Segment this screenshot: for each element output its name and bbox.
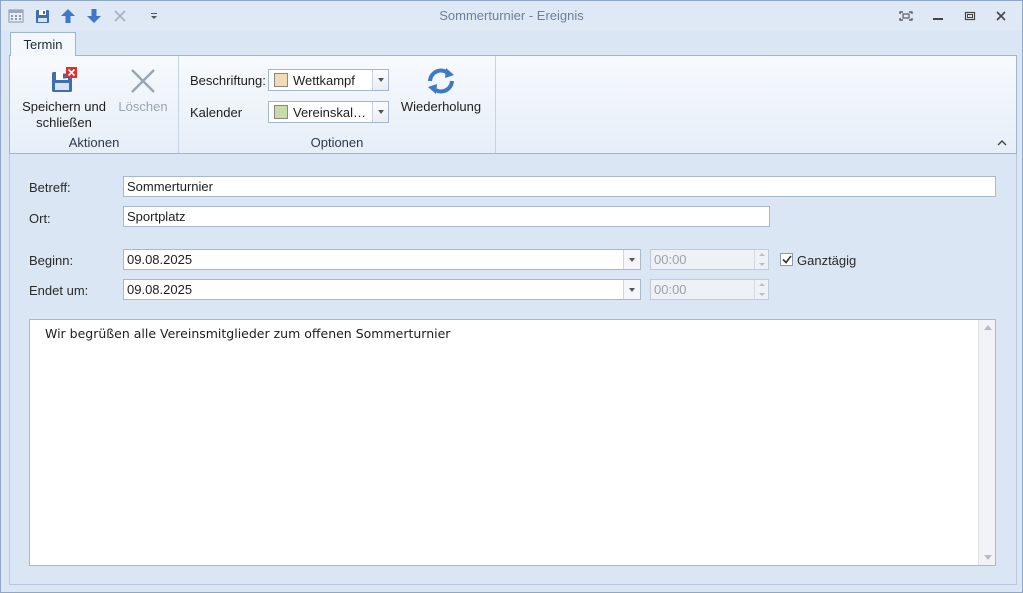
delete-button[interactable]: Löschen (114, 63, 172, 115)
all-day-label[interactable]: Ganztägig (797, 253, 856, 268)
chevron-down-icon[interactable] (372, 102, 388, 122)
calendar-select[interactable]: Vereinskal… (268, 101, 389, 123)
delete-label: Löschen (118, 99, 168, 114)
minimize-icon[interactable] (928, 7, 948, 25)
ribbon: Speichern und schließen Löschen Aktionen… (9, 55, 1017, 154)
start-label: Beginn: (29, 253, 74, 268)
save-close-icon (16, 63, 112, 99)
chevron-down-icon[interactable] (372, 70, 388, 90)
start-date-picker[interactable]: 09.08.2025 (123, 249, 641, 270)
notes-textarea[interactable]: Wir begrüßen alle Vereinsmitglieder zum … (29, 319, 996, 566)
location-label: Ort: (29, 211, 51, 226)
notes-scrollbar[interactable] (978, 320, 995, 565)
start-time-spinner[interactable] (754, 250, 768, 269)
save-and-close-label-1: Speichern und (22, 99, 106, 114)
start-time-value: 00:00 (654, 252, 687, 267)
recurrence-icon (395, 63, 487, 99)
start-date-value: 09.08.2025 (127, 252, 193, 267)
label-caption: Beschriftung: (190, 73, 266, 88)
location-input[interactable]: Sportplatz (123, 206, 770, 227)
end-time-value: 00:00 (654, 282, 687, 297)
start-time-input[interactable]: 00:00 (650, 249, 769, 270)
group-actions: Speichern und schließen Löschen Aktionen (10, 56, 179, 153)
notes-text: Wir begrüßen alle Vereinsmitglieder zum … (45, 326, 451, 341)
calendar-caption: Kalender (190, 105, 243, 120)
chevron-down-icon[interactable] (623, 280, 640, 299)
save-and-close-label-2: schließen (36, 115, 92, 130)
event-window: Sommerturnier - Ereignis Termin Speicher… (0, 0, 1023, 593)
group-options: Beschriftung: Wettkampf Kalender Vereins… (179, 56, 496, 153)
scroll-down-icon[interactable] (984, 555, 992, 560)
window-close-icon[interactable] (991, 7, 1011, 25)
save-and-close-button[interactable]: Speichern und schließen (16, 63, 112, 131)
subject-input[interactable]: Sommerturnier (123, 176, 996, 197)
end-time-spinner[interactable] (754, 280, 768, 299)
tab-termin[interactable]: Termin (10, 32, 76, 56)
recurrence-button[interactable]: Wiederholung (395, 63, 487, 115)
calendar-color-swatch (274, 105, 288, 119)
all-day-checkbox[interactable] (780, 253, 793, 266)
label-select-value: Wettkampf (293, 72, 355, 88)
delete-icon (114, 63, 172, 99)
window-title: Sommerturnier - Ereignis (439, 8, 584, 23)
label-select[interactable]: Wettkampf (268, 69, 389, 91)
checkmark-icon (781, 255, 792, 264)
recurrence-label: Wiederholung (400, 99, 482, 114)
end-date-picker[interactable]: 09.08.2025 (123, 279, 641, 300)
title-bar: Sommerturnier - Ereignis (1, 1, 1022, 31)
subject-label: Betreff: (29, 180, 71, 195)
chevron-down-icon[interactable] (623, 250, 640, 269)
group-label-actions: Aktionen (68, 135, 120, 150)
calendar-select-value: Vereinskal… (293, 104, 366, 120)
end-label: Endet um: (29, 283, 89, 298)
collapse-ribbon-icon[interactable] (996, 137, 1008, 147)
end-time-input[interactable]: 00:00 (650, 279, 769, 300)
maximize-icon[interactable] (960, 7, 980, 25)
label-color-swatch (274, 73, 288, 87)
end-date-value: 09.08.2025 (127, 282, 193, 297)
scroll-up-icon[interactable] (984, 325, 992, 330)
fullscreen-icon[interactable] (896, 7, 916, 25)
group-label-options: Optionen (310, 135, 364, 150)
